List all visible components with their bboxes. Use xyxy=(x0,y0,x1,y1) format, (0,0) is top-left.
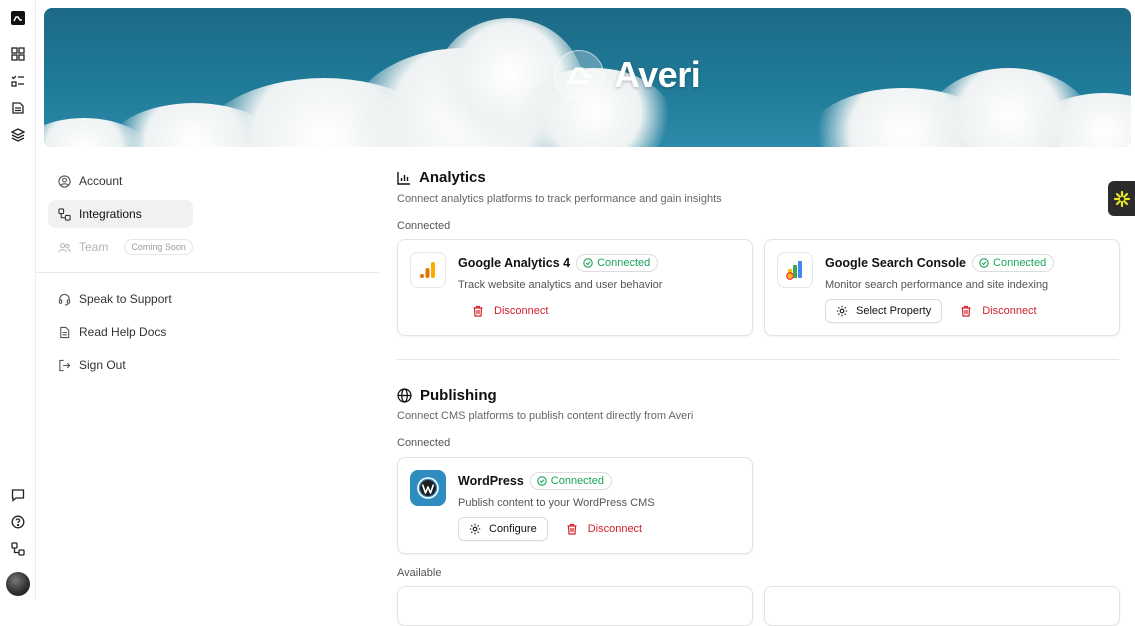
trash-icon xyxy=(567,523,577,535)
user-circle-icon xyxy=(58,174,71,188)
sidebar-item-help-docs[interactable]: Read Help Docs xyxy=(48,318,193,346)
connected-badge: Connected xyxy=(576,254,659,272)
sidebar-item-label: Read Help Docs xyxy=(79,325,167,339)
connected-badge: Connected xyxy=(972,254,1055,272)
integration-description: Track website analytics and user behavio… xyxy=(458,279,663,291)
gear-icon xyxy=(836,305,848,317)
help-icon[interactable] xyxy=(10,514,26,530)
sidebar-item-label: Integrations xyxy=(79,207,142,221)
sidebar-item-account[interactable]: Account xyxy=(48,167,193,195)
avatar[interactable] xyxy=(6,572,30,596)
publishing-connected-label: Connected xyxy=(397,437,451,449)
integration-title: Google Analytics 4 xyxy=(458,256,571,270)
connected-badge: Connected xyxy=(529,472,612,490)
layers-icon[interactable] xyxy=(10,127,26,143)
select-property-button[interactable]: Select Property xyxy=(825,299,943,323)
check-circle-icon xyxy=(979,258,989,268)
section-divider xyxy=(397,359,1119,360)
dashboard-icon[interactable] xyxy=(10,46,26,62)
document-icon xyxy=(60,326,70,338)
publishing-available-label: Available xyxy=(397,567,442,579)
integrations-main: Analytics Connect analytics platforms to… xyxy=(397,147,1135,626)
google-search-console-icon xyxy=(777,252,813,288)
coming-soon-badge: Coming Soon xyxy=(124,239,193,255)
brand-logo-icon xyxy=(554,50,604,100)
chat-icon[interactable] xyxy=(10,487,26,503)
google-analytics-icon xyxy=(410,252,446,288)
sidebar-item-sign-out[interactable]: Sign Out xyxy=(48,351,193,379)
tasks-icon[interactable] xyxy=(10,73,26,89)
disconnect-button[interactable]: Disconnect xyxy=(466,299,554,323)
integration-title: Google Search Console xyxy=(825,256,967,270)
documents-icon[interactable] xyxy=(10,100,26,116)
brand-name: Averi xyxy=(614,54,701,95)
integration-title: WordPress xyxy=(458,474,524,488)
globe-icon xyxy=(397,388,412,403)
publishing-heading: Publishing xyxy=(397,387,497,404)
hero-banner: Averi xyxy=(44,8,1131,147)
available-card[interactable] xyxy=(764,586,1120,626)
gear-icon xyxy=(469,523,481,535)
check-circle-icon xyxy=(583,258,593,268)
integration-card-search-console: Google Search Console Connected Monitor … xyxy=(764,239,1120,336)
check-circle-icon xyxy=(537,476,547,486)
analytics-description: Connect analytics platforms to track per… xyxy=(397,193,722,205)
trash-icon xyxy=(473,305,483,317)
integration-card-wordpress: WordPress Connected Publish content to y… xyxy=(397,457,753,554)
integrations-icon[interactable] xyxy=(10,541,26,557)
analytics-connected-label: Connected xyxy=(397,220,451,232)
brand: Averi xyxy=(554,50,701,100)
sidebar-item-label: Sign Out xyxy=(79,358,126,372)
divider xyxy=(36,272,379,273)
integrations-icon xyxy=(58,207,71,221)
wordpress-icon xyxy=(410,470,446,506)
sign-out-icon xyxy=(59,359,71,371)
configure-button[interactable]: Configure xyxy=(458,517,548,541)
headset-icon xyxy=(58,293,71,305)
analytics-heading: Analytics xyxy=(397,169,486,186)
publishing-description: Connect CMS platforms to publish content… xyxy=(397,410,694,422)
integration-card-ga4: Google Analytics 4 Connected Track websi… xyxy=(397,239,753,336)
sparkle-icon xyxy=(1113,190,1130,207)
disconnect-button[interactable]: Disconnect xyxy=(560,517,648,541)
bar-chart-icon xyxy=(397,171,410,185)
users-icon xyxy=(58,242,71,252)
integration-description: Monitor search performance and site inde… xyxy=(825,279,1049,291)
app-logo-icon[interactable] xyxy=(10,10,26,26)
sidebar-item-support[interactable]: Speak to Support xyxy=(48,285,193,313)
sidebar-item-label: Speak to Support xyxy=(79,292,172,306)
available-card[interactable] xyxy=(397,586,753,626)
icon-rail xyxy=(0,0,36,600)
settings-sidebar: Account Integrations Team Coming Soon Sp… xyxy=(36,147,379,600)
sidebar-item-label: Account xyxy=(79,174,123,188)
sidebar-item-integrations[interactable]: Integrations xyxy=(48,200,193,228)
integration-description: Publish content to your WordPress CMS xyxy=(458,497,655,509)
sidebar-item-label: Team xyxy=(79,240,109,254)
trash-icon xyxy=(961,305,971,317)
feedback-widget-tab[interactable] xyxy=(1108,181,1135,216)
disconnect-button[interactable]: Disconnect xyxy=(954,299,1042,323)
sidebar-item-team: Team Coming Soon xyxy=(48,233,218,261)
